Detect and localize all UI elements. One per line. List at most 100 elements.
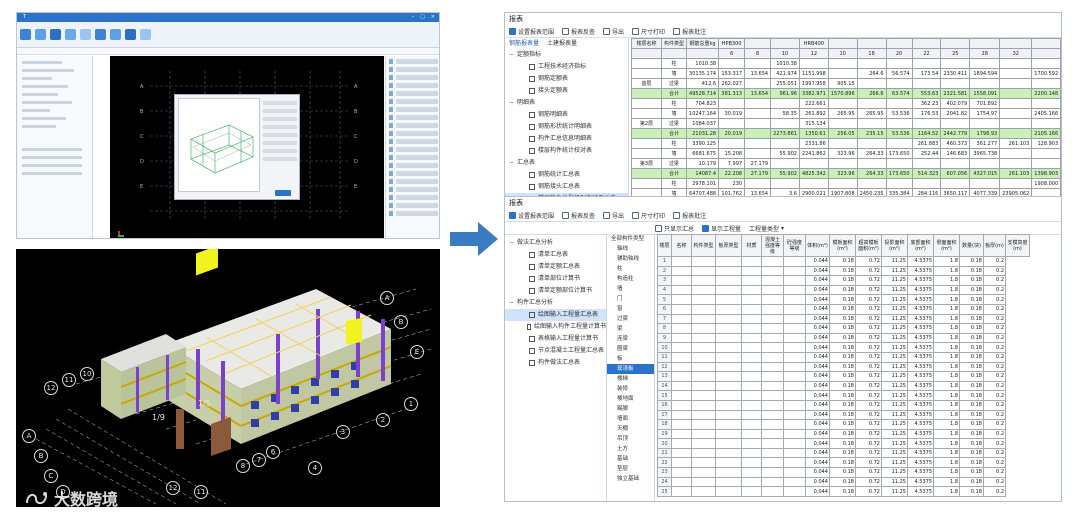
table-row[interactable]: 15 0.044 0.18 0.72 11.25 4.5375 1.8 0.18 0.2 <box>657 390 1030 401</box>
table-row[interactable]: 8 0.044 0.18 0.72 11.25 4.5375 1.8 0.18 0.2 <box>657 323 1030 334</box>
annotate-button[interactable]: 报表批注 <box>673 27 706 36</box>
property-row[interactable] <box>389 83 438 88</box>
dialog-field[interactable] <box>263 125 297 129</box>
table-row[interactable]: 4 0.044 0.18 0.72 11.25 4.5375 1.8 0.18 0.2 <box>657 284 1030 296</box>
table-row[interactable]: 第3层 过梁 10.179 7.997 27.179 <box>631 158 1061 169</box>
property-row[interactable] <box>389 163 438 168</box>
collapse-icon[interactable]: − <box>509 97 514 109</box>
tree-group[interactable]: − 汇总表 <box>505 157 628 169</box>
table-row[interactable]: 21 0.044 0.18 0.72 11.25 4.5375 1.8 0.18 0.2 <box>657 447 1030 459</box>
table-row[interactable]: 18 0.044 0.18 0.72 11.25 4.5375 1.8 0.18 0.2 <box>657 419 1030 430</box>
component-type-item[interactable]: 构造柱 <box>607 274 654 284</box>
property-row[interactable] <box>22 164 82 167</box>
table-row[interactable]: 柱 1010.38 1010.38 <box>631 58 1061 69</box>
table-row[interactable]: 20 0.044 0.18 0.72 11.25 4.5375 1.8 0.18 0.2 <box>657 438 1030 449</box>
table-row[interactable]: 11 0.044 0.18 0.72 11.25 4.5375 1.8 0.18 0.2 <box>657 351 1030 363</box>
export-button[interactable]: 导出 <box>603 211 624 220</box>
collapse-icon[interactable]: − <box>509 237 514 249</box>
component-type-item[interactable]: 窗 <box>607 304 654 314</box>
annotate-button[interactable]: 报表批注 <box>673 211 706 220</box>
component-type-item[interactable]: 基础 <box>607 454 654 464</box>
ribbon-tool-icon[interactable] <box>65 29 76 40</box>
tree-item[interactable] <box>22 101 72 104</box>
tree-item[interactable]: 清单部位计算书 <box>505 273 606 285</box>
component-type-item[interactable]: 墙 <box>607 284 654 294</box>
component-type-item[interactable]: 装修 <box>607 384 654 394</box>
table-row[interactable]: 墙 30135.174 153.317 13.654 421.974 1151.998 26… <box>631 68 1061 79</box>
dialog-field[interactable] <box>263 109 297 113</box>
property-row[interactable] <box>389 187 438 192</box>
component-type-item[interactable]: 过梁 <box>607 314 654 324</box>
tree-item[interactable] <box>22 117 66 120</box>
cad-drawing-viewport[interactable]: A B C D E A B C D E <box>110 56 384 238</box>
property-row[interactable] <box>22 172 82 175</box>
export-button[interactable]: 导出 <box>603 27 624 36</box>
reverse-lookup-button[interactable]: 报表反查 <box>562 211 595 220</box>
table-row[interactable]: 合计 21031.28 20.019 2273.861 1350.61 256.05 235… <box>631 128 1061 139</box>
property-row[interactable] <box>389 203 438 208</box>
component-type-item[interactable]: 梁 <box>607 324 654 334</box>
tree-item[interactable]: 楼层构件统计校对表 <box>505 145 628 157</box>
minimize-icon[interactable]: – <box>412 13 415 22</box>
table-row[interactable]: 16 0.044 0.18 0.72 11.25 4.5375 1.8 0.18 0.2 <box>657 399 1030 411</box>
dialog-field[interactable] <box>263 141 297 145</box>
tree-item[interactable] <box>22 109 50 112</box>
dialog-field[interactable] <box>263 133 297 137</box>
table-row[interactable]: 24 0.044 0.18 0.72 11.25 4.5375 1.8 0.18 0.2 <box>657 476 1030 488</box>
tree-group[interactable]: − 做法汇总分析 <box>505 237 606 249</box>
table-row[interactable]: 柱 2978.101 230 1908.000 <box>631 178 1061 189</box>
tree-item[interactable]: 节点混凝土工程量汇总表 <box>505 345 606 357</box>
maximize-icon[interactable]: □ <box>420 13 425 22</box>
tree-item[interactable]: 钢筋形状统计明细表 <box>505 121 628 133</box>
component-type-item[interactable]: 垫层 <box>607 464 654 474</box>
component-type-item[interactable]: 天棚 <box>607 424 654 434</box>
property-row[interactable] <box>389 211 438 216</box>
collapse-icon[interactable]: − <box>509 157 514 169</box>
property-row[interactable] <box>389 147 438 152</box>
dialog-field[interactable] <box>263 149 297 153</box>
tree-item[interactable]: 清单汇总表 <box>505 249 606 261</box>
component-type-item[interactable]: 现浇板 <box>607 364 654 374</box>
property-row[interactable] <box>389 139 438 144</box>
table-row[interactable]: 9 0.044 0.18 0.72 11.25 4.5375 1.8 0.18 0.2 <box>657 332 1030 344</box>
property-row[interactable] <box>389 131 438 136</box>
table-row[interactable]: 13 0.044 0.18 0.72 11.25 4.5375 1.8 0.18 0.2 <box>657 371 1030 382</box>
ribbon-tool-icon[interactable] <box>125 29 136 40</box>
table-row[interactable]: 22 0.044 0.18 0.72 11.25 4.5375 1.8 0.18 0.2 <box>657 457 1030 469</box>
component-type-item[interactable]: 独立基础 <box>607 474 654 484</box>
tree-item[interactable]: 钢筋统计汇总表 <box>505 169 628 181</box>
table-row[interactable]: 10 0.044 0.18 0.72 11.25 4.5375 1.8 0.18 0.2 <box>657 342 1030 353</box>
table-row[interactable]: 7 0.044 0.18 0.72 11.25 4.5375 1.8 0.18 0.2 <box>657 313 1030 325</box>
table-row[interactable]: 25 0.044 0.18 0.72 11.25 4.5375 1.8 0.18 0.2 <box>657 486 1030 497</box>
component-type-item[interactable]: 辅助轴线 <box>607 254 654 264</box>
quantity-type-dropdown[interactable]: 工程量类型 ▾ <box>749 224 784 233</box>
property-row[interactable] <box>389 179 438 184</box>
property-row[interactable] <box>389 107 438 112</box>
component-type-item[interactable]: 土方 <box>607 444 654 454</box>
table-row[interactable]: 合计 14087.4 22.208 27.179 55.902 4825.342 323.9… <box>631 168 1061 179</box>
tree-item[interactable] <box>22 85 68 88</box>
property-row[interactable] <box>389 195 438 200</box>
ribbon-tool-icon[interactable] <box>50 29 61 40</box>
property-row[interactable] <box>22 156 82 159</box>
ribbon-tool-icon[interactable] <box>110 29 121 40</box>
component-type-item[interactable]: 楼地面 <box>607 394 654 404</box>
tree-item[interactable]: 构件做法汇总表 <box>505 357 606 369</box>
tree-item[interactable] <box>22 93 58 96</box>
table-row[interactable]: 14 0.044 0.18 0.72 11.25 4.5375 1.8 0.18 0.2 <box>657 380 1030 392</box>
component-type-item[interactable]: 门 <box>607 294 654 304</box>
component-type-item[interactable]: 踢脚 <box>607 404 654 414</box>
ribbon-tool-icon[interactable] <box>80 29 91 40</box>
set-range-button[interactable]: 设置报表范围 <box>509 27 554 36</box>
table-row[interactable]: 首层 过梁 412.6 262.027 255.051 1997.958 905.15 <box>631 78 1061 89</box>
component-type-item[interactable]: 板 <box>607 354 654 364</box>
component-type-item[interactable]: 墙面 <box>607 414 654 424</box>
tab-rebar[interactable]: 钢筋报表量 <box>509 38 539 49</box>
tree-item[interactable]: 钢筋明细表 <box>505 109 628 121</box>
component-type-item[interactable]: 连梁 <box>607 334 654 344</box>
ribbon-tool-icon[interactable] <box>35 29 46 40</box>
table-row[interactable]: 2 0.044 0.18 0.72 11.25 4.5375 1.8 0.18 0.2 <box>657 265 1030 277</box>
tree-group[interactable]: − 构件汇总分析 <box>505 297 606 309</box>
table-row[interactable]: 6 0.044 0.18 0.72 11.25 4.5375 1.8 0.18 0.2 <box>657 303 1030 315</box>
tree-group[interactable]: − 明细表 <box>505 97 628 109</box>
